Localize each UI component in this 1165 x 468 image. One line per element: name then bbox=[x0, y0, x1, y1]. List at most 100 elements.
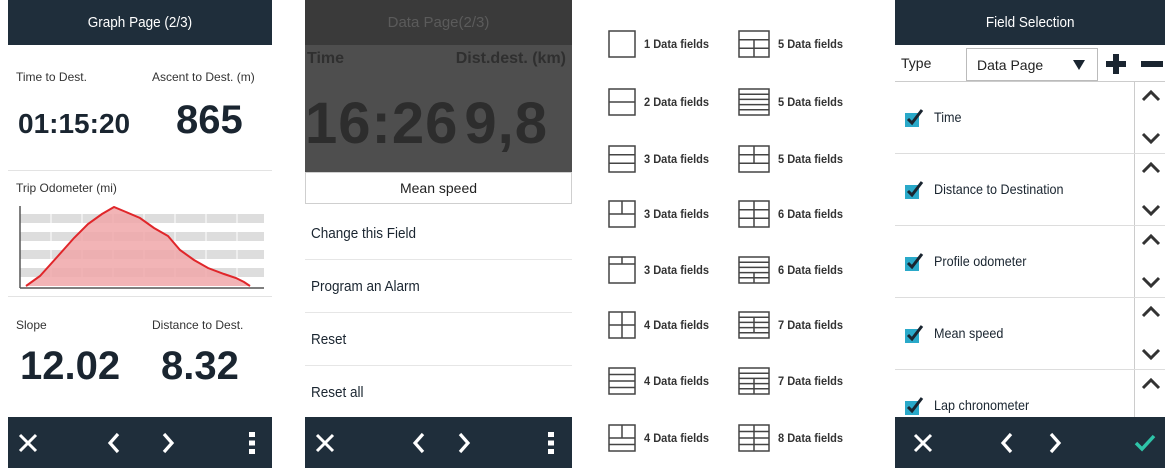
plus-icon[interactable] bbox=[1106, 54, 1126, 74]
minus-icon[interactable] bbox=[1141, 61, 1163, 67]
layout-selection-screen: 1 Data fields 2 Data fields 3 Data field… bbox=[600, 0, 870, 468]
reorder-arrows-icon[interactable] bbox=[1137, 82, 1165, 154]
menu-item-reset-all[interactable]: Reset all bbox=[305, 366, 572, 419]
close-icon[interactable] bbox=[903, 417, 943, 468]
distance-label: Distance to Dest. bbox=[152, 318, 244, 332]
layout-option-4c[interactable]: 4 Data fields bbox=[608, 424, 715, 452]
bottom-toolbar bbox=[305, 417, 572, 468]
field-row-time[interactable]: Time bbox=[895, 82, 1165, 154]
checkbox-checked-icon[interactable] bbox=[905, 109, 925, 127]
elevation-graph bbox=[19, 206, 264, 289]
graph-page-header: Graph Page (2/3) bbox=[8, 0, 272, 45]
type-bar: Type Data Page bbox=[895, 45, 1165, 82]
layout-option-3a[interactable]: 3 Data fields bbox=[608, 145, 715, 173]
distance-value: 8.32 bbox=[161, 344, 239, 388]
layout-option-6a[interactable]: 6 Data fields bbox=[738, 200, 849, 228]
time-value: 16:26 bbox=[305, 91, 459, 156]
layout-option-3c[interactable]: 3 Data fields bbox=[608, 256, 715, 284]
layout-label: 3 Data fields bbox=[644, 207, 710, 221]
layout-option-4a[interactable]: 4 Data fields bbox=[608, 311, 715, 339]
layout-label: 6 Data fields bbox=[778, 207, 844, 221]
type-dropdown[interactable]: Data Page bbox=[966, 48, 1098, 81]
ascent-label: Ascent to Dest. (m) bbox=[152, 70, 255, 84]
trip-odometer-label: Trip Odometer (mi) bbox=[16, 181, 117, 195]
layout-label: 6 Data fields bbox=[778, 263, 844, 277]
reorder-arrows-icon[interactable] bbox=[1137, 226, 1165, 298]
layout-5-fields-icon bbox=[738, 88, 770, 116]
layout-option-3b[interactable]: 3 Data fields bbox=[608, 200, 715, 228]
close-icon[interactable] bbox=[305, 417, 345, 468]
menu-item-program-alarm[interactable]: Program an Alarm bbox=[305, 260, 572, 313]
layout-4-fields-icon bbox=[608, 424, 636, 452]
reorder-arrows-icon[interactable] bbox=[1137, 154, 1165, 226]
chevron-right-icon[interactable] bbox=[444, 417, 484, 468]
layout-option-7a[interactable]: 7 Data fields bbox=[738, 311, 849, 339]
dist-label: Dist.dest. (km) bbox=[455, 50, 566, 67]
chevron-right-icon[interactable] bbox=[148, 417, 188, 468]
checkbox-checked-icon[interactable] bbox=[905, 325, 925, 343]
reorder-arrows-icon[interactable] bbox=[1137, 298, 1165, 370]
field-label: Lap chronometer bbox=[934, 397, 1030, 413]
field-selection-screen: Field Selection Type Data Page Time Dist… bbox=[895, 0, 1165, 468]
layout-1-field-icon bbox=[608, 30, 636, 58]
graph-page-screen: Graph Page (2/3) Time to Dest. Ascent to… bbox=[8, 0, 272, 468]
layout-3-fields-icon bbox=[608, 256, 636, 284]
layout-label: 4 Data fields bbox=[644, 374, 710, 388]
chevron-right-icon[interactable] bbox=[1035, 417, 1075, 468]
layout-label: 3 Data fields bbox=[644, 152, 710, 166]
field-row-distance-to-destination[interactable]: Distance to Destination bbox=[895, 154, 1165, 226]
layout-8-fields-icon bbox=[738, 424, 770, 452]
ascent-value: 865 bbox=[176, 98, 243, 142]
bottom-toolbar bbox=[8, 417, 272, 468]
selected-field-name: Mean speed bbox=[305, 172, 572, 204]
field-label: Profile odometer bbox=[934, 253, 1027, 269]
layout-option-1[interactable]: 1 Data fields bbox=[608, 30, 715, 58]
menu-item-change-field[interactable]: Change this Field bbox=[305, 207, 572, 260]
layout-option-7b[interactable]: 7 Data fields bbox=[738, 367, 849, 395]
dropdown-arrow-icon bbox=[1073, 60, 1085, 70]
checkbox-checked-icon[interactable] bbox=[905, 397, 925, 415]
layout-label: 7 Data fields bbox=[778, 318, 844, 332]
layout-5-fields-icon bbox=[738, 145, 770, 173]
layout-option-2[interactable]: 2 Data fields bbox=[608, 88, 715, 116]
layout-option-4b[interactable]: 4 Data fields bbox=[608, 367, 715, 395]
bottom-toolbar bbox=[895, 417, 1165, 468]
divider bbox=[8, 296, 272, 297]
layout-7-fields-icon bbox=[738, 367, 770, 395]
data-page-title: Data Page(2/3) bbox=[305, 0, 572, 45]
layout-label: 4 Data fields bbox=[644, 318, 710, 332]
checkbox-checked-icon[interactable] bbox=[905, 181, 925, 199]
field-selection-title: Field Selection bbox=[985, 14, 1075, 31]
menu-item-reset[interactable]: Reset bbox=[305, 313, 572, 366]
chevron-left-icon[interactable] bbox=[94, 417, 134, 468]
dist-value: 9,8 bbox=[464, 91, 548, 156]
time-to-dest-value: 01:15:20 bbox=[18, 108, 131, 139]
time-to-dest-label: Time to Dest. bbox=[16, 70, 87, 84]
layout-4-fields-icon bbox=[608, 367, 636, 395]
time-label: Time bbox=[307, 50, 345, 67]
layout-option-5a[interactable]: 5 Data fields bbox=[738, 30, 849, 58]
chevron-left-icon[interactable] bbox=[987, 417, 1027, 468]
layout-6-fields-icon bbox=[738, 200, 770, 228]
field-row-mean-speed[interactable]: Mean speed bbox=[895, 298, 1165, 370]
layout-label: 2 Data fields bbox=[644, 95, 710, 109]
layout-option-6b[interactable]: 6 Data fields bbox=[738, 256, 849, 284]
check-icon[interactable] bbox=[1125, 417, 1165, 468]
graph-page-title: Graph Page (2/3) bbox=[87, 14, 193, 31]
kebab-menu-icon[interactable] bbox=[232, 417, 272, 468]
layout-option-8[interactable]: 8 Data fields bbox=[738, 424, 849, 452]
checkbox-checked-icon[interactable] bbox=[905, 253, 925, 271]
close-icon[interactable] bbox=[8, 417, 48, 468]
layout-label: 7 Data fields bbox=[778, 374, 844, 388]
type-label: Type bbox=[901, 55, 932, 71]
layout-label: 5 Data fields bbox=[778, 152, 844, 166]
layout-label: 5 Data fields bbox=[778, 37, 844, 51]
layout-3-fields-icon bbox=[608, 200, 636, 228]
kebab-menu-icon[interactable] bbox=[531, 417, 571, 468]
chevron-left-icon[interactable] bbox=[399, 417, 439, 468]
layout-6-fields-icon bbox=[738, 256, 770, 284]
layout-option-5b[interactable]: 5 Data fields bbox=[738, 88, 849, 116]
menu-item-label: Reset all bbox=[311, 383, 364, 401]
field-row-profile-odometer[interactable]: Profile odometer bbox=[895, 226, 1165, 298]
layout-option-5c[interactable]: 5 Data fields bbox=[738, 145, 849, 173]
